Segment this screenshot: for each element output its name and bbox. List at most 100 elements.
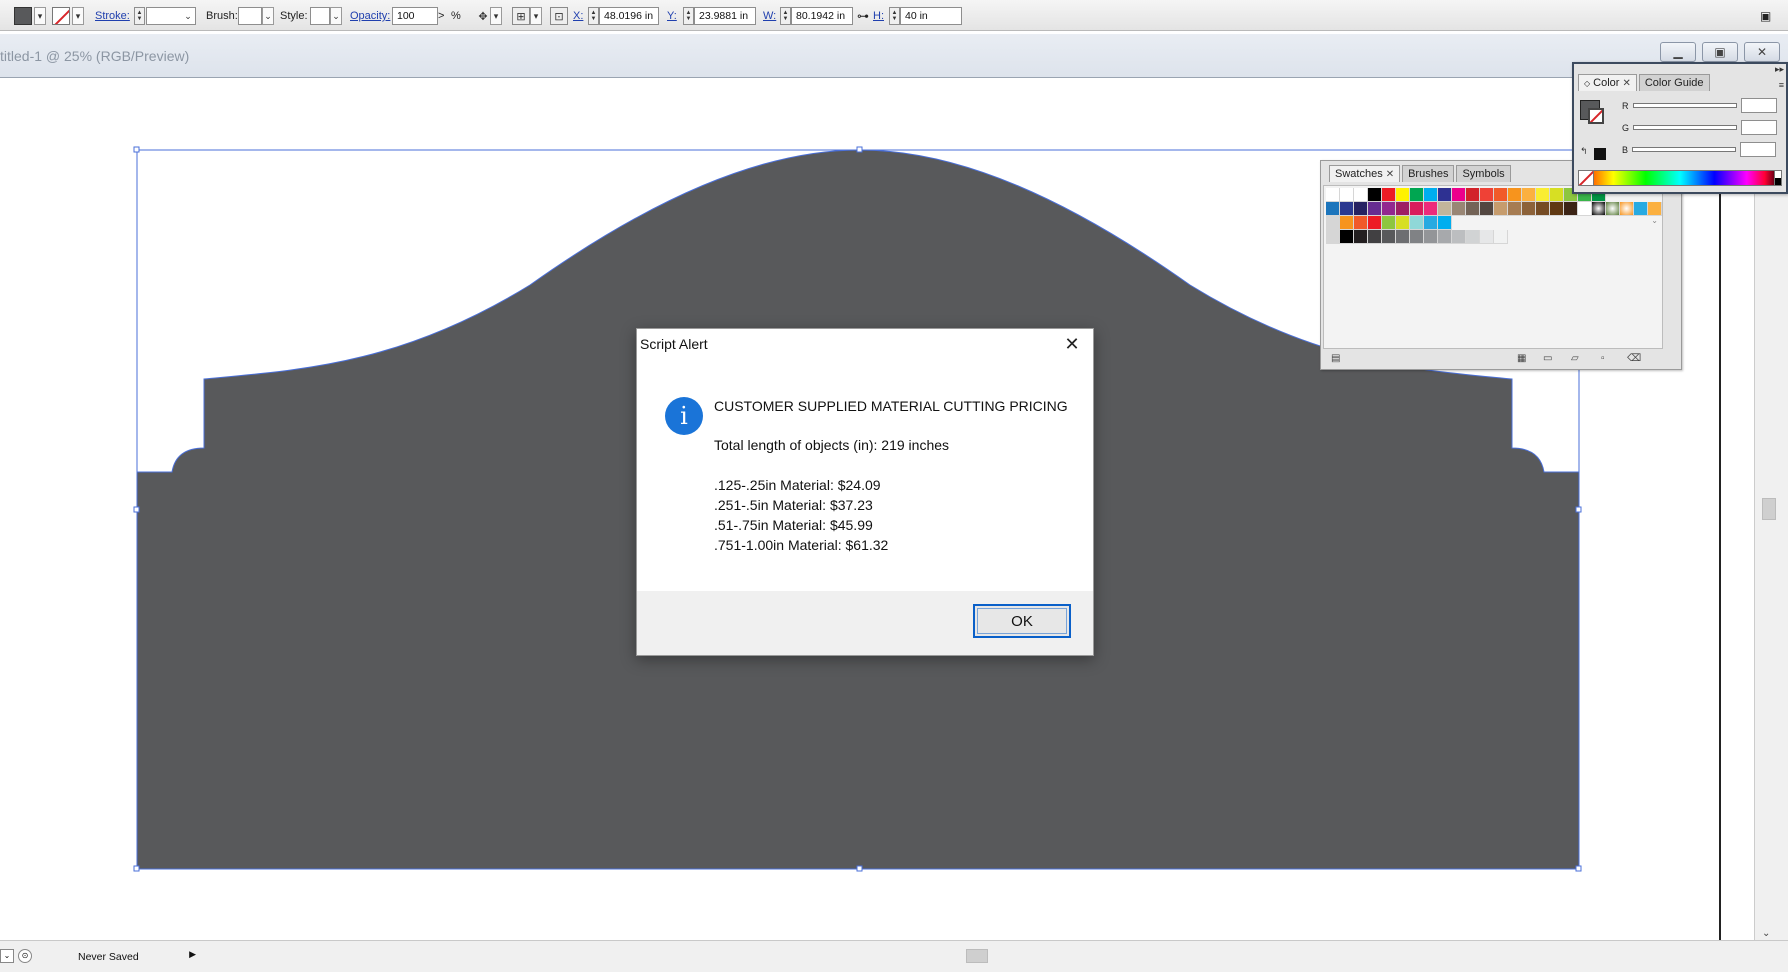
close-tab-icon[interactable]: ✕ (1622, 78, 1630, 89)
swatch[interactable] (1494, 188, 1508, 202)
swatch-scroll-down-icon[interactable]: ⌄ (1651, 216, 1658, 225)
b-slider[interactable] (1632, 147, 1737, 152)
swatch[interactable] (1410, 216, 1424, 230)
swatch[interactable] (1424, 230, 1438, 244)
swatch[interactable] (1452, 202, 1466, 216)
none-swatch[interactable] (1326, 188, 1340, 202)
swatch[interactable] (1550, 188, 1564, 202)
swatch[interactable] (1382, 216, 1396, 230)
swatch[interactable] (1438, 216, 1452, 230)
black-white-picker[interactable] (1774, 170, 1782, 186)
swatch[interactable] (1508, 202, 1522, 216)
status-menu-arrow-icon[interactable]: ▶ (189, 949, 196, 960)
swatch[interactable] (1368, 188, 1382, 202)
swatch[interactable] (1438, 188, 1452, 202)
swatch[interactable] (1354, 202, 1368, 216)
swatch[interactable] (1396, 202, 1410, 216)
swatch[interactable] (1382, 202, 1396, 216)
swatch[interactable] (1424, 188, 1438, 202)
swatch[interactable] (1564, 202, 1578, 216)
swatch[interactable] (1494, 202, 1508, 216)
swatch[interactable] (1354, 216, 1368, 230)
panel-options-icon[interactable]: ≡ (1779, 80, 1784, 90)
r-value-field[interactable] (1740, 98, 1777, 113)
tab-color[interactable]: ◇ Color ✕ (1578, 74, 1637, 91)
swatch[interactable] (1494, 230, 1508, 244)
swatch[interactable] (1452, 188, 1466, 202)
save-state-indicator[interactable]: Never Saved ▶ (36, 949, 196, 964)
swatch[interactable] (1396, 188, 1410, 202)
swatch[interactable] (1536, 202, 1550, 216)
swatch[interactable] (1340, 216, 1354, 230)
swap-colors-icon[interactable]: ↰ (1580, 146, 1588, 157)
tab-brushes[interactable]: Brushes (1402, 165, 1455, 182)
swatch-group-folder-icon[interactable] (1326, 216, 1340, 230)
swatch[interactable] (1522, 188, 1536, 202)
swatch[interactable] (1326, 202, 1340, 216)
swatch[interactable] (1438, 230, 1452, 244)
new-swatch-icon[interactable]: ▫ (1601, 353, 1605, 364)
swatch[interactable] (1424, 202, 1438, 216)
swatch-grid[interactable]: ⌄ (1323, 185, 1663, 349)
tab-color-guide[interactable]: Color Guide (1638, 74, 1710, 91)
color-spectrum[interactable] (1578, 170, 1782, 186)
ok-button[interactable]: OK (973, 604, 1071, 638)
stroke-color-box[interactable] (1588, 108, 1604, 124)
r-slider[interactable] (1632, 103, 1737, 108)
g-slider[interactable] (1633, 125, 1738, 130)
swatch[interactable] (1452, 230, 1466, 244)
swatch[interactable] (1424, 216, 1438, 230)
swatch[interactable] (1606, 202, 1620, 216)
swatch-options-icon[interactable]: ▭ (1543, 353, 1552, 364)
swatch[interactable] (1368, 202, 1382, 216)
swatch[interactable] (1382, 230, 1396, 244)
swatch[interactable] (1508, 188, 1522, 202)
swatch[interactable] (1620, 202, 1634, 216)
tab-swatches[interactable]: Swatches ✕ (1329, 165, 1401, 182)
swatch[interactable] (1480, 230, 1494, 244)
swatch[interactable] (1396, 216, 1410, 230)
swatch[interactable] (1480, 188, 1494, 202)
registration-swatch[interactable] (1340, 188, 1354, 202)
b-value-field[interactable] (1740, 142, 1777, 157)
swatch[interactable] (1396, 230, 1410, 244)
swatch[interactable] (1368, 230, 1382, 244)
swatch[interactable] (1438, 202, 1452, 216)
swatch[interactable] (1354, 230, 1368, 244)
zoom-dropdown-icon[interactable]: ⌄ (0, 949, 14, 963)
g-value-field[interactable] (1741, 120, 1778, 135)
swatch[interactable] (1410, 188, 1424, 202)
swatch[interactable] (1466, 188, 1480, 202)
swatch[interactable] (1354, 188, 1368, 202)
artboard-nav-icon[interactable]: ⊙ (18, 949, 32, 963)
close-tab-icon[interactable]: ✕ (1386, 169, 1394, 180)
swatch[interactable] (1340, 202, 1354, 216)
swatch-libraries-icon[interactable]: ▤ (1331, 353, 1340, 364)
swatch[interactable] (1522, 202, 1536, 216)
none-color-icon[interactable] (1578, 170, 1594, 186)
tab-symbols[interactable]: Symbols (1456, 165, 1511, 182)
swatch[interactable] (1648, 202, 1662, 216)
scroll-down-arrow-icon[interactable]: ⌄ (1762, 928, 1770, 939)
vertical-scroll-thumb[interactable] (1762, 498, 1776, 520)
swatch[interactable] (1480, 202, 1494, 216)
new-color-group-icon[interactable]: ▱ (1571, 353, 1579, 364)
horizontal-scroll-thumb[interactable] (966, 949, 988, 963)
dialog-close-button[interactable]: ✕ (1059, 333, 1085, 355)
swatch[interactable] (1634, 202, 1648, 216)
swatch[interactable] (1382, 188, 1396, 202)
default-colors-icon[interactable] (1594, 148, 1606, 160)
swatch-group-folder-icon[interactable] (1326, 230, 1340, 244)
swatch[interactable] (1410, 230, 1424, 244)
swatch[interactable] (1592, 202, 1606, 216)
swatch[interactable] (1466, 230, 1480, 244)
swatch[interactable] (1368, 216, 1382, 230)
swatch[interactable] (1536, 188, 1550, 202)
swatch[interactable] (1550, 202, 1564, 216)
swatch[interactable] (1466, 202, 1480, 216)
collapse-panel-icon[interactable]: ▸▸ (1775, 64, 1784, 75)
delete-swatch-icon[interactable]: ⌫ (1627, 353, 1641, 364)
swatch[interactable] (1340, 230, 1354, 244)
swatch[interactable] (1578, 202, 1592, 216)
show-kinds-icon[interactable]: ▦ (1517, 353, 1526, 364)
